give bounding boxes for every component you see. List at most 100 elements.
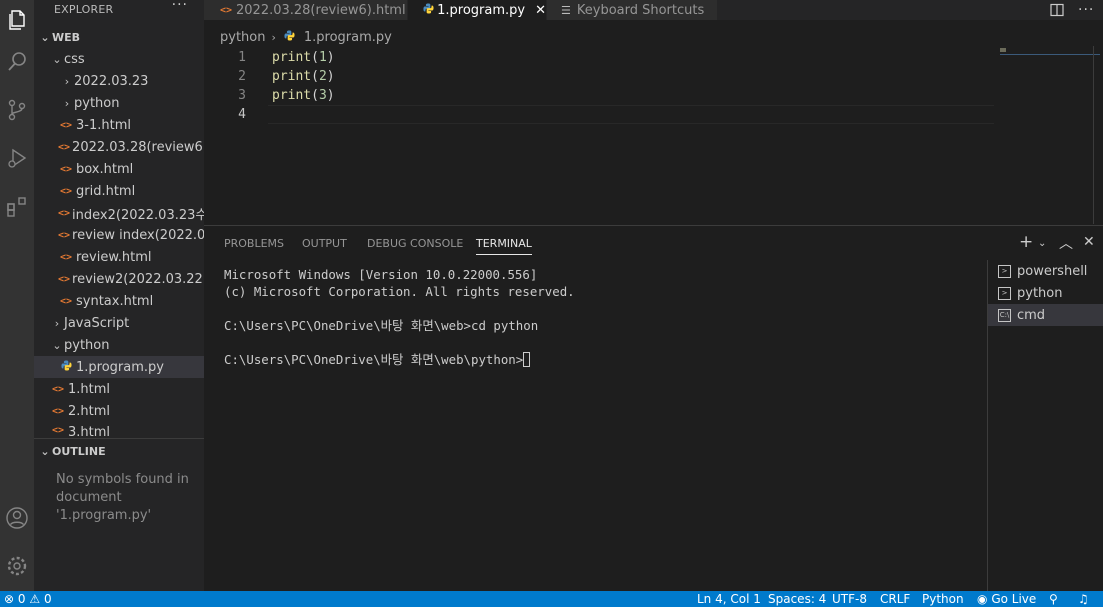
python-file-icon [58, 359, 74, 375]
indentation[interactable]: Spaces: 4 [768, 591, 826, 607]
extensions-icon[interactable] [0, 186, 34, 226]
tab-output[interactable]: OUTPUT [302, 237, 347, 255]
run-debug-icon[interactable] [0, 138, 34, 178]
tree-file[interactable]: <> index2(2022.03.23수... [34, 202, 204, 224]
tree-item-label: 2.html [68, 403, 111, 419]
python-file-icon [282, 29, 298, 45]
chevron-down-icon[interactable]: ⌄ [1038, 238, 1046, 249]
tree-folder-2022-03-23[interactable]: › 2022.03.23 [34, 70, 204, 92]
code-number: 3 [318, 88, 327, 103]
tab-terminal[interactable]: TERMINAL [476, 237, 532, 255]
tree-file[interactable]: <> box.html [34, 158, 204, 180]
close-icon[interactable]: ✕ [535, 3, 546, 18]
chevron-down-icon: ⌄ [52, 338, 62, 352]
line-number-current: 4 [238, 107, 246, 122]
tree-folder-css[interactable]: ⌄ css [34, 48, 204, 70]
code-line[interactable]: print(2) [272, 67, 335, 86]
python-file-icon [422, 2, 435, 18]
more-actions-icon[interactable]: ··· [172, 0, 188, 13]
tree-file[interactable]: <> review index(2022.0... [34, 224, 204, 246]
tree-item-label: 1.program.py [76, 359, 164, 375]
tree-file[interactable]: <> review.html [34, 246, 204, 268]
tree-folder-javascript[interactable]: › JavaScript [34, 312, 204, 334]
chevron-right-icon: › [64, 74, 70, 88]
terminal-list: > powershell > python C:\ cmd [987, 260, 1103, 592]
code-function: print [272, 69, 312, 84]
editor-more-icon[interactable]: ··· [1078, 0, 1094, 20]
tree-file[interactable]: <> review2(2022.03.22).... [34, 268, 204, 290]
tree-item-label: index2(2022.03.23수... [72, 207, 204, 223]
tree-file-active[interactable]: 1.program.py [34, 356, 204, 378]
go-live-button[interactable]: ◉ Go Live [977, 591, 1036, 607]
tab-keyboard-shortcuts[interactable]: ☰ Keyboard Shortcuts [547, 0, 717, 20]
tree-item-label: python [74, 95, 120, 111]
terminal-item-python[interactable]: > python [988, 282, 1103, 304]
workspace-root[interactable]: ⌄ WEB [34, 26, 204, 48]
close-panel-icon[interactable]: ✕ [1083, 234, 1095, 250]
gear-icon[interactable] [0, 546, 34, 586]
tree-file[interactable]: <> 3-1.html [34, 114, 204, 136]
tree-file[interactable]: <> syntax.html [34, 290, 204, 312]
end-of-line[interactable]: CRLF [880, 591, 910, 607]
tree-file[interactable]: <> 3.html [34, 422, 204, 438]
explorer-icon[interactable] [0, 0, 34, 40]
tree-file[interactable]: <> 1.html [34, 378, 204, 400]
explorer-title: EXPLORER [54, 2, 114, 16]
tree-item-label: python [64, 337, 110, 353]
code-number: 2 [318, 69, 327, 84]
html-file-icon: <> [59, 251, 73, 263]
breadcrumb-folder[interactable]: python [220, 30, 265, 45]
tab-problems[interactable]: PROBLEMS [224, 237, 284, 255]
source-control-icon[interactable] [0, 90, 34, 130]
breadcrumb-file[interactable]: 1.program.py [304, 30, 392, 45]
html-file-icon: <> [59, 163, 73, 175]
feedback-icon[interactable]: ⚲ [1049, 591, 1058, 607]
terminal-item-cmd[interactable]: C:\ cmd [988, 304, 1103, 326]
terminal-item-powershell[interactable]: > powershell [988, 260, 1103, 282]
code-editor[interactable]: 1 2 3 4 print(1) print(2) print(3) [204, 46, 1103, 224]
code-line[interactable]: print(3) [272, 86, 335, 105]
search-icon[interactable] [0, 42, 34, 82]
tree-folder-python[interactable]: ⌄ python [34, 334, 204, 356]
tree-item-label: 1.html [68, 381, 111, 397]
code-function: print [272, 88, 312, 103]
minimap-viewport[interactable] [1000, 54, 1100, 55]
account-icon[interactable] [0, 498, 34, 538]
split-editor-icon[interactable] [1050, 0, 1064, 20]
tab-program-py[interactable]: 1.program.py ✕ [408, 0, 546, 20]
tab-review6-html[interactable]: <> 2022.03.28(review6).html [204, 0, 407, 20]
terminal-line: (c) Microsoft Corporation. All rights re… [224, 284, 575, 299]
tree-item-label: review2(2022.03.22).... [72, 271, 204, 287]
tree-file[interactable]: <> 2.html [34, 400, 204, 422]
bell-icon[interactable]: ♫ [1078, 591, 1089, 607]
tree-item-label: review.html [76, 249, 152, 265]
html-file-icon: <> [58, 273, 71, 285]
html-file-icon: <> [51, 425, 65, 436]
minimap[interactable] [1000, 48, 1006, 52]
workspace-root-label: WEB [52, 30, 81, 44]
encoding[interactable]: UTF-8 [832, 591, 867, 607]
html-file-icon: <> [58, 141, 71, 153]
line-number: 3 [238, 88, 246, 103]
terminal-prompt-line[interactable]: C:\Users\PC\OneDrive\바탕 화면\web\python> [224, 351, 531, 368]
tree-file[interactable]: <> 2022.03.28(review6).... [34, 136, 204, 158]
language-mode[interactable]: Python [922, 591, 964, 607]
tree-item-label: JavaScript [64, 315, 130, 331]
cursor-position[interactable]: Ln 4, Col 1 [697, 591, 761, 607]
problems-status[interactable]: ⊗ 0 ⚠ 0 [4, 591, 52, 607]
chevron-up-icon[interactable]: ︿ [1059, 233, 1073, 253]
code-line[interactable]: print(1) [272, 48, 335, 67]
tab-label: Keyboard Shortcuts [576, 2, 705, 18]
tree-file[interactable]: <> grid.html [34, 180, 204, 202]
tree-item-label: 3.html [68, 425, 111, 438]
status-bar: ⊗ 0 ⚠ 0 Ln 4, Col 1 Spaces: 4 UTF-8 CRLF… [0, 591, 1103, 607]
tab-debug-console[interactable]: DEBUG CONSOLE [367, 237, 463, 255]
outline-header[interactable]: ⌄ OUTLINE [34, 440, 204, 462]
editor-scrollbar[interactable] [1093, 46, 1094, 224]
tree-item-label: css [64, 51, 85, 67]
tree-folder-python-css[interactable]: › python [34, 92, 204, 114]
html-file-icon: <> [59, 295, 73, 307]
line-number: 1 [238, 50, 246, 65]
new-terminal-icon[interactable]: + [1019, 232, 1033, 252]
error-icon: ⊗ [4, 592, 15, 606]
